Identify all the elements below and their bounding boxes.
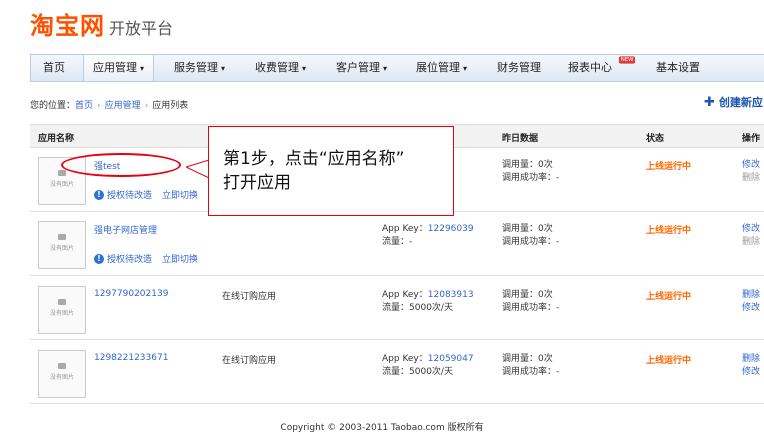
main-nav: 首页 应用管理 ▾ 服务管理 ▾ 收费管理 ▾ 客户管理 ▾ 展位管理 ▾ 财务管理 报表… bbox=[30, 54, 764, 82]
camera-icon bbox=[58, 299, 66, 305]
app-name-link[interactable]: 强电子网店管理 bbox=[94, 223, 157, 236]
nav-home[interactable]: 首页 bbox=[43, 55, 65, 81]
app-name-link[interactable]: 1298221233671 bbox=[94, 353, 168, 363]
app-thumbnail: 没有图片 bbox=[38, 221, 86, 269]
highlight-ellipse bbox=[61, 153, 181, 177]
auth-pending-link[interactable]: 授权待改造 bbox=[107, 252, 152, 265]
chevron-down-icon: ▾ bbox=[463, 64, 468, 73]
app-key-cell: App Key：12296039 流量：- bbox=[382, 224, 474, 247]
status-badge: 上线运行中 bbox=[646, 162, 692, 172]
auth-notice: ! 授权待改造 立即切换 bbox=[94, 252, 198, 265]
info-icon: ! bbox=[94, 189, 104, 200]
nav-service-management[interactable]: 服务管理 ▾ bbox=[174, 55, 225, 81]
yesterday-data-cell: 调用量：0次 调用成功率：- bbox=[502, 290, 560, 313]
col-status: 状态 bbox=[646, 134, 665, 144]
new-badge: NEW bbox=[618, 56, 636, 64]
switch-now-link[interactable]: 立即切换 bbox=[162, 252, 198, 265]
delete-link[interactable]: 删除 bbox=[742, 172, 760, 185]
camera-icon bbox=[58, 363, 66, 369]
row-operations: 修改 删除 bbox=[742, 159, 760, 185]
edit-link[interactable]: 修改 bbox=[742, 366, 760, 379]
chevron-down-icon: ▾ bbox=[383, 64, 388, 73]
edit-link[interactable]: 修改 bbox=[742, 159, 760, 172]
footer-copyright: Copyright © 2003-2011 Taobao.com 版权所有 bbox=[280, 423, 484, 433]
nav-app-management[interactable]: 应用管理 ▾ bbox=[83, 55, 155, 81]
create-app-button[interactable]: ✚ 创建新应 bbox=[704, 94, 763, 110]
nav-finance-management[interactable]: 财务管理 bbox=[497, 55, 541, 81]
table-row: 没有图片 1298221233671 在线订购应用 App Key：120590… bbox=[30, 340, 764, 404]
status-badge: 上线运行中 bbox=[646, 292, 692, 302]
camera-icon bbox=[58, 170, 66, 176]
chevron-down-icon: ▾ bbox=[302, 64, 307, 73]
breadcrumb: 您的位置：首页 › 应用管理 › 应用列表 bbox=[30, 101, 189, 111]
nav-customer-management[interactable]: 客户管理 ▾ bbox=[336, 55, 387, 81]
plus-icon: ✚ bbox=[704, 95, 715, 110]
col-yesterday-data: 昨日数据 bbox=[502, 134, 539, 144]
status-badge: 上线运行中 bbox=[646, 356, 692, 366]
auth-pending-link[interactable]: 授权待改造 bbox=[107, 188, 152, 201]
breadcrumb-app-management[interactable]: 应用管理 bbox=[105, 101, 141, 111]
breadcrumb-current: 应用列表 bbox=[152, 101, 189, 111]
switch-now-link[interactable]: 立即切换 bbox=[162, 188, 198, 201]
delete-link[interactable]: 删除 bbox=[742, 289, 760, 302]
app-thumbnail: 没有图片 bbox=[38, 286, 86, 334]
chevron-down-icon: ▾ bbox=[140, 64, 145, 73]
col-operations: 操作 bbox=[742, 134, 761, 144]
logo-main-text: 淘宝网 bbox=[30, 12, 105, 40]
step-callout: 第1步，点击“应用名称” 打开应用 bbox=[208, 126, 454, 216]
delete-link[interactable]: 删除 bbox=[742, 353, 760, 366]
app-type: 在线订购应用 bbox=[222, 292, 277, 302]
app-key-cell: App Key：12059047 流量：5000次/天 bbox=[382, 354, 474, 377]
row-operations: 删除 修改 bbox=[742, 353, 760, 379]
nav-report-center[interactable]: 报表中心 NEW bbox=[568, 55, 636, 81]
app-name-link[interactable]: 1297790202139 bbox=[94, 289, 168, 299]
camera-icon bbox=[58, 234, 66, 240]
app-key-cell: App Key：12083913 流量：5000次/天 bbox=[382, 290, 474, 313]
info-icon: ! bbox=[94, 253, 104, 264]
row-operations: 删除 修改 bbox=[742, 289, 760, 315]
breadcrumb-home[interactable]: 首页 bbox=[75, 101, 93, 111]
yesterday-data-cell: 调用量：0次 调用成功率：- bbox=[502, 160, 560, 183]
app-thumbnail: 没有图片 bbox=[38, 350, 86, 398]
table-row: 没有图片 强电子网店管理 ! 授权待改造 立即切换 App Key：12296039… bbox=[30, 212, 764, 276]
row-operations: 修改 删除 bbox=[742, 223, 760, 249]
logo-sub-text: 开放平台 bbox=[109, 19, 174, 38]
yesterday-data-cell: 调用量：0次 调用成功率：- bbox=[502, 224, 560, 247]
app-type: 在线订购应用 bbox=[222, 356, 277, 366]
nav-booth-management[interactable]: 展位管理 ▾ bbox=[416, 55, 467, 81]
col-app-name: 应用名称 bbox=[38, 134, 75, 144]
callout-text: 第1步，点击“应用名称” 打开应用 bbox=[223, 149, 405, 193]
nav-basic-settings[interactable]: 基本设置 bbox=[656, 55, 700, 81]
nav-billing-management[interactable]: 收费管理 ▾ bbox=[255, 55, 306, 81]
table-row: 没有图片 1297790202139 在线订购应用 App Key：120839… bbox=[30, 276, 764, 340]
status-badge: 上线运行中 bbox=[646, 226, 692, 236]
yesterday-data-cell: 调用量：0次 调用成功率：- bbox=[502, 354, 560, 377]
callout-pointer bbox=[186, 160, 210, 179]
taobao-logo[interactable]: 淘宝网 开放平台 bbox=[30, 6, 174, 40]
edit-link[interactable]: 修改 bbox=[742, 223, 760, 236]
edit-link[interactable]: 修改 bbox=[742, 302, 760, 315]
auth-notice: ! 授权待改造 立即切换 bbox=[94, 188, 198, 201]
delete-link[interactable]: 删除 bbox=[742, 236, 760, 249]
chevron-down-icon: ▾ bbox=[221, 64, 226, 73]
